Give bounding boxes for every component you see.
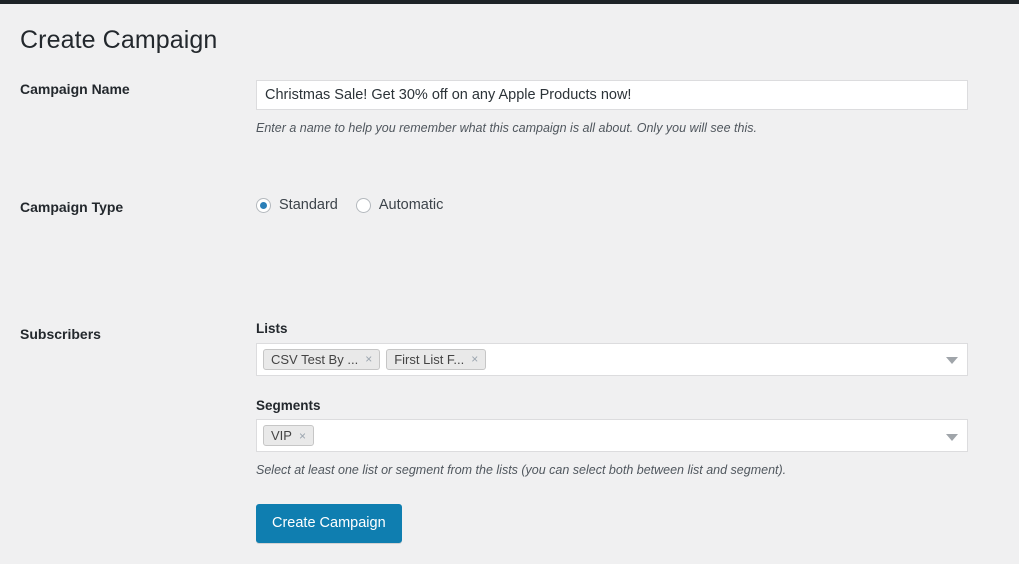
chevron-down-icon[interactable] [946,357,958,365]
chevron-down-icon[interactable] [946,433,958,441]
segments-select[interactable]: VIP × [256,419,968,453]
list-tag-label: First List F... [394,351,465,367]
radio-standard-icon[interactable] [256,197,271,213]
subscribers-help: Select at least one list or segment from… [256,463,787,478]
row-campaign-name: Campaign Name Enter a name to help you r… [0,80,1019,160]
create-campaign-form: Campaign Name Enter a name to help you r… [0,80,1019,544]
create-campaign-page: Create Campaign Campaign Name Enter a na… [0,4,1019,564]
campaign-name-help: Enter a name to help you remember what t… [256,121,757,135]
radio-standard-label: Standard [279,197,338,213]
radio-automatic-label: Automatic [378,197,444,213]
subscribers-field-wrap: Lists CSV Test By ... × First List F... … [256,320,968,544]
close-icon[interactable]: × [299,430,306,442]
list-tag-label: CSV Test By ... [271,351,359,367]
submit-row: Create Campaign [256,503,968,544]
campaign-name-label: Campaign Name [20,81,130,97]
campaign-name-field-wrap: Enter a name to help you remember what t… [256,80,968,138]
segment-tag-label: VIP [271,428,292,444]
radio-option-standard[interactable]: Standard [256,197,338,213]
radio-automatic-icon[interactable] [355,197,371,213]
campaign-type-field-wrap: Standard Automatic [256,193,968,217]
campaign-type-radio-group: Standard Automatic [256,193,968,217]
close-icon[interactable]: × [365,353,372,365]
lists-label: Lists [256,321,288,336]
subscribers-label: Subscribers [20,326,101,342]
row-subscribers: Subscribers Lists CSV Test By ... × Firs… [0,224,1019,544]
campaign-type-label: Campaign Type [20,199,124,215]
campaign-name-input[interactable] [256,80,968,110]
list-tag[interactable]: CSV Test By ... × [263,348,381,370]
segments-label: Segments [256,397,321,413]
segment-tag[interactable]: VIP × [263,425,314,447]
radio-option-automatic[interactable]: Automatic [355,197,444,213]
create-campaign-button[interactable]: Create Campaign [256,503,402,544]
list-tag[interactable]: First List F... × [386,348,487,370]
page-title: Create Campaign [20,26,218,54]
lists-select[interactable]: CSV Test By ... × First List F... × [256,342,968,376]
close-icon[interactable]: × [471,353,478,365]
row-campaign-type: Campaign Type Standard Automatic [0,160,1019,224]
